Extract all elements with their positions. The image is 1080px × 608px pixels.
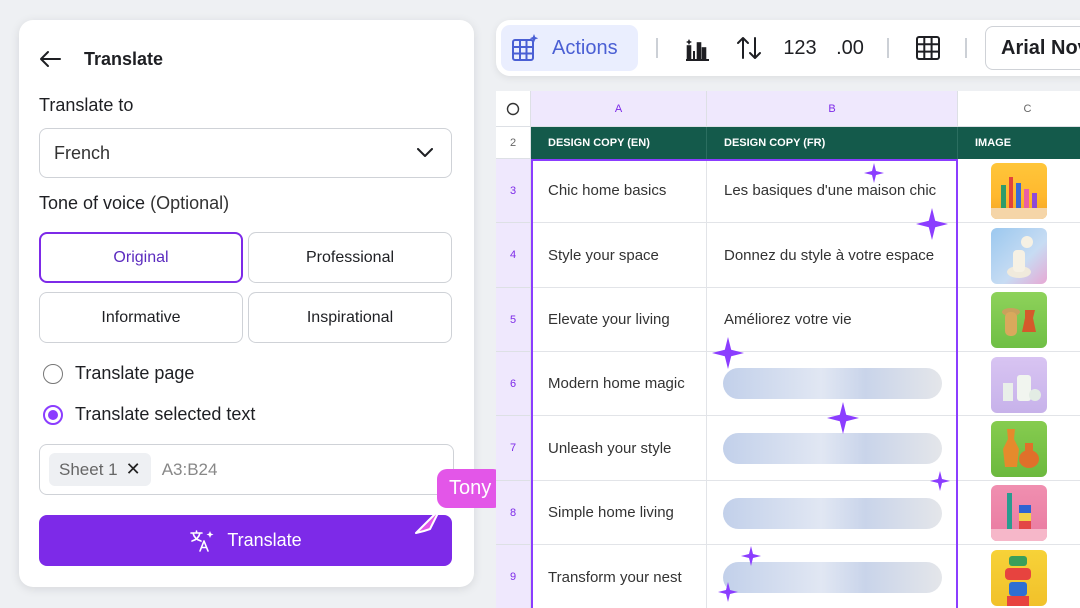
header-cell-image[interactable]: IMAGE	[958, 127, 1080, 159]
sparkle-icon	[864, 163, 884, 183]
back-arrow-icon[interactable]	[39, 46, 67, 72]
language-value: French	[54, 142, 111, 163]
cell-en[interactable]: Modern home magic	[531, 352, 707, 416]
row-number[interactable]: 4	[496, 223, 531, 288]
cell-fr[interactable]: Améliorez votre vie	[707, 288, 958, 352]
tone-informative-button[interactable]: Informative	[39, 292, 243, 343]
translation-loading-bar	[723, 498, 942, 529]
translate-magic-icon	[190, 529, 214, 552]
translate-button-label: Translate	[227, 530, 302, 550]
row-number[interactable]: 7	[496, 416, 531, 481]
range-value: A3:B24	[161, 459, 218, 479]
tone-inspirational-button[interactable]: Inspirational	[248, 292, 452, 343]
row-number[interactable]: 5	[496, 288, 531, 352]
radio-label: Translate selected text	[75, 404, 256, 424]
panel-title: Translate	[84, 48, 164, 69]
toolbar-divider	[656, 38, 658, 58]
row-number[interactable]: 8	[496, 481, 531, 545]
chevron-down-icon	[417, 148, 433, 157]
font-selector[interactable]: Arial Nova	[985, 26, 1080, 70]
number-format-button[interactable]: 123	[780, 34, 820, 62]
close-icon[interactable]: ✕	[126, 459, 141, 480]
sort-icon[interactable]	[734, 34, 764, 62]
decimal-format-button[interactable]: .00	[830, 34, 870, 62]
blocks-thumbnail-image	[991, 357, 1047, 413]
sparkle-icon	[930, 471, 950, 491]
row-number[interactable]: 2	[496, 127, 531, 159]
chart-icon[interactable]	[682, 34, 712, 62]
actions-label: Actions	[552, 36, 618, 59]
toolbar-divider	[887, 38, 889, 58]
candles-thumbnail-image	[991, 485, 1047, 541]
radio-unchecked[interactable]	[43, 363, 63, 384]
tone-original-button[interactable]: Original	[39, 232, 243, 283]
radio-label: Translate page	[75, 363, 195, 383]
translate-to-label: Translate to	[39, 95, 134, 115]
cell-en[interactable]: Simple home living	[531, 481, 707, 545]
cell-en[interactable]: Style your space	[531, 223, 707, 288]
sparkle-icon	[741, 546, 761, 566]
tone-label: Tone of voice	[39, 193, 146, 213]
cell-en[interactable]: Chic home basics	[531, 159, 707, 223]
sparkle-icon	[827, 402, 859, 434]
select-all-corner[interactable]	[496, 91, 531, 127]
radio-translate-page[interactable]: Translate page	[43, 363, 194, 384]
sheet-chip: Sheet 1 ✕	[49, 453, 151, 486]
header-cell-fr[interactable]: DESIGN COPY (FR)	[707, 127, 958, 159]
row-number[interactable]: 9	[496, 545, 531, 608]
sparkle-icon	[916, 208, 948, 240]
row-number[interactable]: 6	[496, 352, 531, 416]
sheet-chip-label: Sheet 1	[59, 459, 118, 479]
range-field[interactable]: Sheet 1 ✕ A3:B24	[39, 444, 454, 495]
cursor-arrow-icon	[415, 508, 441, 534]
row-number[interactable]: 3	[496, 159, 531, 223]
orange-vases-thumbnail-image	[991, 421, 1047, 477]
language-select[interactable]: French	[39, 128, 452, 178]
toolbar-divider	[965, 38, 967, 58]
sparkle-icon	[712, 337, 744, 369]
actions-sparkle-grid-icon	[512, 34, 539, 61]
selection-divider	[706, 159, 707, 608]
table-grid-icon[interactable]	[914, 34, 942, 62]
cell-en[interactable]: Unleash your style	[531, 416, 707, 481]
toolbar: Actions 123 .00 Arial Nova	[496, 20, 1080, 76]
vases-thumbnail-image	[991, 163, 1047, 219]
translate-panel: Translate Translate to French Tone of vo…	[19, 20, 474, 587]
tone-professional-button[interactable]: Professional	[248, 232, 452, 283]
sparkle-icon	[718, 582, 738, 602]
translate-button[interactable]: Translate	[39, 515, 452, 566]
panel-header: Translate	[39, 46, 163, 72]
header-cell-en[interactable]: DESIGN COPY (EN)	[531, 127, 707, 159]
actions-button[interactable]: Actions	[501, 25, 638, 71]
circle-icon	[506, 102, 520, 115]
column-header-a[interactable]: A	[531, 91, 707, 127]
translation-loading-bar	[723, 433, 942, 464]
pottery-thumbnail-image	[991, 292, 1047, 348]
column-header-c[interactable]: C	[958, 91, 1080, 127]
sculpture-thumbnail-image	[991, 228, 1047, 284]
stacked-pots-thumbnail-image	[991, 550, 1047, 606]
spreadsheet: A B C 2 DESIGN COPY (EN) DESIGN COPY (FR…	[496, 91, 1080, 608]
radio-checked[interactable]	[43, 404, 63, 425]
column-header-b[interactable]: B	[707, 91, 958, 127]
translation-loading-bar	[723, 562, 942, 593]
tone-optional: (Optional)	[150, 193, 230, 213]
tone-label-row: Tone of voice (Optional)	[39, 193, 229, 214]
radio-translate-selected[interactable]: Translate selected text	[43, 404, 255, 425]
translation-loading-bar	[723, 368, 942, 399]
collaborator-cursor-tag: Tony	[437, 469, 504, 508]
cell-en[interactable]: Transform your nest	[531, 545, 707, 608]
cell-en[interactable]: Elevate your living	[531, 288, 707, 352]
